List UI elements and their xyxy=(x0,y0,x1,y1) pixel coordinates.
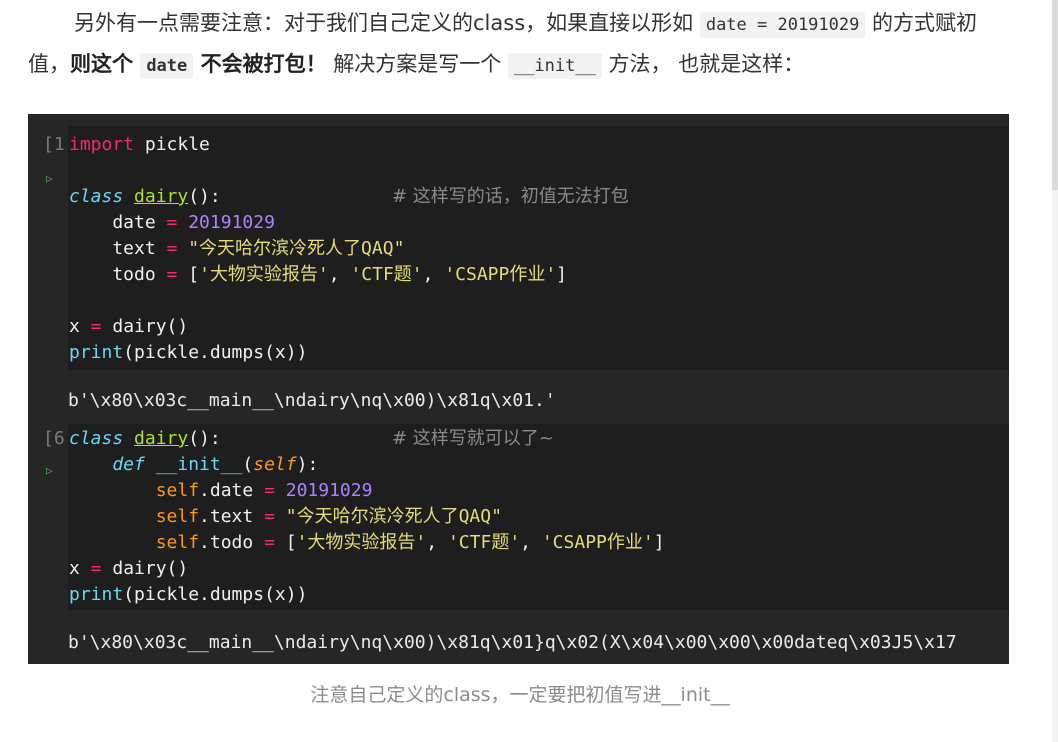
code-comment: # 这样写就可以了~ xyxy=(392,428,554,449)
cell2-prompt: [6 xyxy=(43,428,65,449)
cell1-prompt: [1 xyxy=(43,134,65,155)
code-line: class dairy(): xyxy=(69,428,221,449)
code-line: self.todo = ['大物实验报告', 'CTF题', 'CSAPP作业'… xyxy=(69,532,665,553)
code-line: date = 20191029 xyxy=(69,212,275,233)
paragraph-text: 另外有一点需要注意：对于我们自己定义的class，如果直接以形如 xyxy=(74,11,694,35)
bold-warning: 则这个 date 不会被打包！ xyxy=(70,52,327,79)
code-line: class dairy(): xyxy=(69,186,221,207)
inline-code-date-assign: date = 20191029 xyxy=(699,12,866,38)
code-line: print(pickle.dumps(x)) xyxy=(69,342,308,363)
code-line: text = "今天哈尔滨冷死人了QAQ" xyxy=(69,238,405,259)
article-paragraph: 另外有一点需要注意：对于我们自己定义的class，如果直接以形如 date = … xyxy=(28,4,1018,86)
code-line: def __init__(self): xyxy=(69,454,319,475)
code-line: print(pickle.dumps(x)) xyxy=(69,584,308,605)
paragraph-text: 方法， 也就是这样： xyxy=(608,52,805,76)
scrollbar-thumb[interactable] xyxy=(1052,0,1058,190)
code-line: todo = ['大物实验报告', 'CTF题', 'CSAPP作业'] xyxy=(69,264,568,285)
code-line: x = dairy() xyxy=(69,558,189,579)
code-comment: # 这样写的话，初值无法打包 xyxy=(392,186,629,207)
notebook-screenshot: [1 ▷ import pickle class dairy(): # 这样写的… xyxy=(28,114,1009,664)
code-line: x = dairy() xyxy=(69,316,189,337)
scrollbar-track[interactable] xyxy=(1052,0,1058,742)
cell1-output: b'\x80\x03c__main__\ndairy\nq\x00)\x81q\… xyxy=(68,390,556,411)
cell2-output: b'\x80\x03c__main__\ndairy\nq\x00)\x81q\… xyxy=(68,632,957,653)
cell2-run-icon[interactable]: ▷ xyxy=(46,464,53,477)
code-line: self.text = "今天哈尔滨冷死人了QAQ" xyxy=(69,506,502,527)
code-line: self.date = 20191029 xyxy=(69,480,373,501)
paragraph-text: 解决方案是写一个 xyxy=(333,52,502,76)
cell1-run-icon[interactable]: ▷ xyxy=(46,172,53,185)
image-caption: 注意自己定义的class，一定要把初值写进__init__ xyxy=(310,684,730,706)
inline-code-date: date xyxy=(140,53,194,79)
inline-code-init: __init__ xyxy=(507,53,602,79)
code-line: import pickle xyxy=(69,134,210,155)
